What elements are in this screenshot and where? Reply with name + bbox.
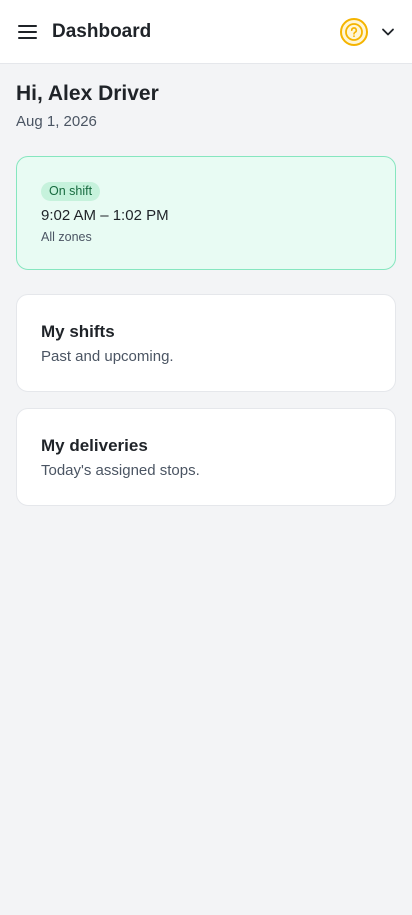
shift-zone: All zones [41, 230, 92, 244]
my-deliveries-subtitle: Today's assigned stops. [41, 462, 200, 479]
current-date: Aug 1, 2026 [16, 113, 97, 130]
menu-button[interactable] [14, 18, 42, 46]
top-app-bar: Dashboard [0, 0, 412, 64]
my-shifts-subtitle: Past and upcoming. [41, 348, 174, 365]
greeting-heading: Hi, Alex Driver [16, 82, 159, 105]
page-title: Dashboard [52, 21, 152, 42]
my-deliveries-title: My deliveries [41, 436, 148, 455]
help-circle-icon [340, 18, 368, 46]
chevron-down-icon [382, 28, 394, 36]
hamburger-menu-icon [18, 25, 37, 39]
shift-status-card: On shift 9:02 AM – 1:02 PM All zones [16, 156, 396, 270]
help-button[interactable] [338, 16, 370, 48]
shift-status-badge: On shift [41, 182, 101, 201]
my-deliveries-card[interactable]: My deliveries Today's assigned stops. [16, 408, 396, 506]
shift-time-range: 9:02 AM – 1:02 PM [41, 207, 169, 224]
my-shifts-card[interactable]: My shifts Past and upcoming. [16, 294, 396, 392]
my-shifts-title: My shifts [41, 322, 115, 341]
account-dropdown-button[interactable] [378, 22, 398, 42]
